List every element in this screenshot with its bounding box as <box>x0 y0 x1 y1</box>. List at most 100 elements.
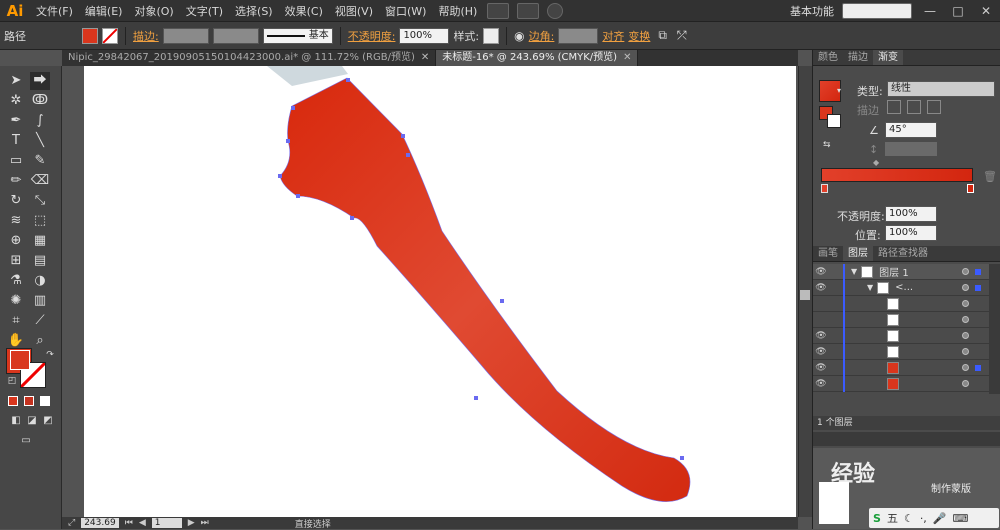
help-search-input[interactable] <box>842 2 912 19</box>
gradient-menu-icon[interactable]: ▾ <box>837 86 841 95</box>
target-circle-icon[interactable] <box>962 332 969 339</box>
stroke-icon[interactable] <box>827 114 841 128</box>
ime-mode-label[interactable]: 五 <box>887 510 898 526</box>
group-name[interactable]: <... <box>895 282 913 293</box>
anchor-point[interactable] <box>474 396 478 400</box>
scrollbar-thumb[interactable] <box>800 290 810 300</box>
midpoint-diamond-icon[interactable]: ◆ <box>873 158 879 167</box>
layer-row[interactable]: 👁 <box>813 359 989 376</box>
layer-row[interactable]: 👁 ▼ 图层 1 <box>813 263 989 280</box>
stroke-link[interactable]: 描边: <box>133 28 159 44</box>
stroke-within-button[interactable] <box>887 100 901 114</box>
close-icon[interactable]: ✕ <box>421 52 429 63</box>
stroke-along-button[interactable] <box>907 100 921 114</box>
tab-color[interactable]: 颜色 <box>813 50 843 65</box>
target-circle-icon[interactable] <box>962 316 969 323</box>
stop-location-input[interactable]: 100% <box>885 225 937 241</box>
arrange-documents-button[interactable] <box>517 2 540 19</box>
free-transform-icon[interactable]: ⬚ <box>30 212 50 230</box>
slice-tool-icon[interactable]: ⟋ <box>30 312 50 330</box>
punctuation-icon[interactable]: ·, <box>920 512 927 525</box>
layers-scrollbar[interactable] <box>989 264 1000 394</box>
anchor-point[interactable] <box>401 134 405 138</box>
visibility-eye-icon[interactable]: 👁 <box>813 267 829 277</box>
next-page-icon[interactable]: ▶ <box>188 518 195 528</box>
layer-row[interactable]: 👁 <box>813 327 989 344</box>
blend-tool-icon[interactable]: ◑ <box>30 272 50 290</box>
stroke-swatch[interactable] <box>102 27 118 44</box>
layer-row[interactable]: 👁 <box>813 343 989 360</box>
voice-icon[interactable]: 🎤 <box>933 512 947 525</box>
maximize-button[interactable]: □ <box>944 4 972 18</box>
selection-indicator[interactable] <box>975 364 981 371</box>
menu-window[interactable]: 窗口(W) <box>379 3 432 19</box>
target-circle-icon[interactable] <box>962 284 969 291</box>
transform-each-icon[interactable]: ⤱ <box>677 28 687 43</box>
tab-nipic-document[interactable]: Nipic_29842067_20190905150104423000.ai* … <box>62 50 437 66</box>
target-circle-icon[interactable] <box>962 300 969 307</box>
anchor-point[interactable] <box>406 153 410 157</box>
stroke-across-button[interactable] <box>927 100 941 114</box>
tab-gradient[interactable]: 渐变 <box>873 50 903 65</box>
tab-pathfinder[interactable]: 路径查找器 <box>873 246 933 261</box>
opacity-input[interactable]: 100% <box>399 27 450 44</box>
canvas-area[interactable] <box>62 66 798 517</box>
expand-triangle-icon[interactable]: ▼ <box>851 267 857 276</box>
gradient-slider[interactable] <box>821 168 973 182</box>
layer-row[interactable] <box>813 295 989 312</box>
curvature-tool-icon[interactable]: ∫ <box>30 112 50 130</box>
paintbrush-icon[interactable]: ✎ <box>30 152 50 170</box>
menu-help[interactable]: 帮助(H) <box>432 3 483 19</box>
transform-link[interactable]: 变换 <box>628 28 650 44</box>
sogou-icon[interactable]: S <box>873 512 881 525</box>
perspective-grid-icon[interactable]: ▦ <box>30 232 50 250</box>
artboard-tool-icon[interactable]: ⌗ <box>6 312 26 330</box>
layer-row[interactable]: 👁 <box>813 375 989 392</box>
swap-colors-icon[interactable]: ↷ <box>40 346 60 364</box>
pen-tool-icon[interactable]: ✒ <box>6 112 26 130</box>
menu-object[interactable]: 对象(O) <box>128 3 179 19</box>
line-tool-icon[interactable]: ╲ <box>30 132 50 150</box>
mesh-tool-icon[interactable]: ⊞ <box>6 252 26 270</box>
opacity-link[interactable]: 不透明度: <box>348 28 396 44</box>
prev-page-icon[interactable]: ◀ <box>139 518 146 528</box>
rotate-tool-icon[interactable]: ↻ <box>6 192 26 210</box>
menu-file[interactable]: 文件(F) <box>30 3 79 19</box>
eyedropper-icon[interactable]: ⚗ <box>6 272 26 290</box>
isolate-icon[interactable]: ⧉ <box>658 28 667 43</box>
page-field[interactable]: 1 <box>151 518 182 528</box>
anchor-point[interactable] <box>286 139 290 143</box>
shape-builder-icon[interactable]: ⊕ <box>6 232 26 250</box>
gradient-stop-start[interactable] <box>821 184 828 193</box>
tab-layers[interactable]: 图层 <box>843 246 873 261</box>
moon-icon[interactable]: ☾ <box>904 512 914 525</box>
target-circle-icon[interactable] <box>962 348 969 355</box>
variable-width-dropdown[interactable] <box>212 27 259 44</box>
menu-view[interactable]: 视图(V) <box>329 3 379 19</box>
align-link[interactable]: 对齐 <box>602 28 624 44</box>
knife-blade-shape[interactable] <box>279 77 691 502</box>
target-circle-icon[interactable] <box>962 380 969 387</box>
corner-link[interactable]: 边角: <box>529 28 555 44</box>
bridge-button[interactable] <box>487 2 510 19</box>
layer-name[interactable]: 图层 1 <box>879 264 909 279</box>
fill-swatch[interactable] <box>82 27 98 44</box>
anchor-point[interactable] <box>680 456 684 460</box>
gradient-type-dropdown[interactable]: 线性 <box>887 81 995 97</box>
minimize-button[interactable]: — <box>916 4 944 18</box>
aspect-ratio-input[interactable] <box>885 142 937 156</box>
menu-select[interactable]: 选择(S) <box>229 3 279 19</box>
eraser-icon[interactable]: ⌫ <box>30 172 50 190</box>
anchor-point[interactable] <box>291 106 295 110</box>
anchor-point[interactable] <box>350 216 354 220</box>
default-colors-icon[interactable]: ◰ <box>2 372 22 390</box>
draw-inside-icon[interactable]: ◩ <box>38 412 58 430</box>
anchor-point[interactable] <box>296 194 300 198</box>
target-circle-icon[interactable] <box>962 364 969 371</box>
workspace-switcher[interactable]: 基本功能 <box>790 3 834 19</box>
close-icon[interactable]: ✕ <box>623 52 631 63</box>
gradient-mode-button[interactable] <box>24 396 34 406</box>
ime-toolbar[interactable]: S 五 ☾ ·, 🎤 ⌨ <box>869 508 999 528</box>
gpu-performance-button[interactable] <box>547 2 564 19</box>
zoom-field[interactable]: 243.69 <box>81 518 119 528</box>
